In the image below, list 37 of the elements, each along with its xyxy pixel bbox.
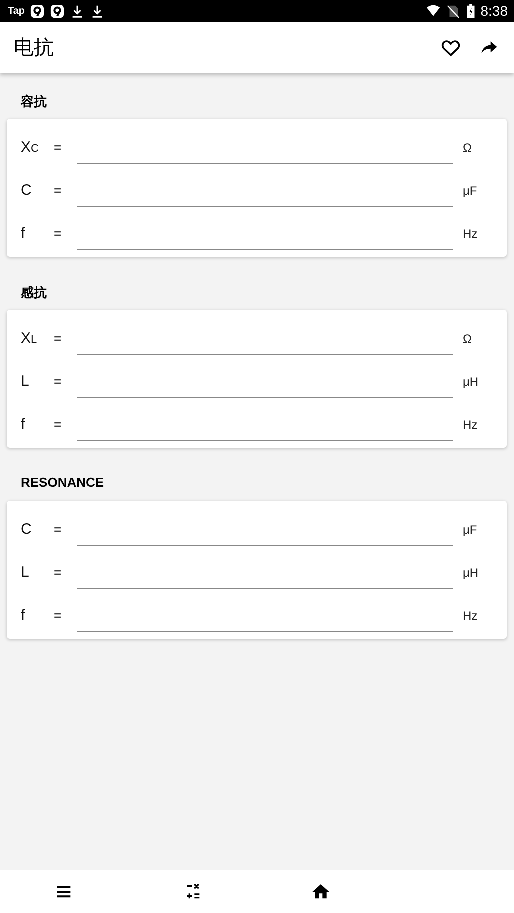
section-title: RESONANCE: [20, 474, 106, 492]
unit-label: Ω: [462, 140, 473, 154]
variable-label: C: [20, 521, 33, 538]
equals-sign: =: [54, 417, 63, 432]
battery-icon: [466, 4, 476, 18]
page-title: 电抗: [14, 36, 54, 61]
variable-label: f: [20, 607, 26, 624]
equals-sign: =: [54, 331, 63, 346]
equals-sign: =: [54, 374, 63, 389]
unit-label: μH: [462, 374, 480, 388]
unit-label: Hz: [462, 608, 479, 622]
equals-sign: =: [54, 608, 63, 623]
equals-sign: =: [54, 522, 63, 537]
equals-sign: =: [54, 183, 63, 198]
variable-label: f: [20, 416, 26, 433]
equals-sign: =: [54, 565, 63, 580]
unit-label: μF: [462, 184, 478, 198]
unit-label: μF: [462, 522, 478, 536]
section-title: 感抗: [20, 284, 48, 302]
section-title: 容抗: [20, 93, 48, 111]
equals-sign: =: [54, 140, 63, 155]
home-icon[interactable]: [311, 882, 332, 902]
unit-label: μH: [462, 566, 480, 580]
unit-label: Ω: [462, 332, 473, 346]
wifi-icon: [426, 4, 441, 18]
notification-icon: [50, 4, 66, 18]
variable-label: L: [20, 564, 30, 581]
unit-label: Hz: [462, 418, 479, 432]
notification-icon: [30, 4, 46, 18]
unit-label: Hz: [462, 226, 479, 240]
variable-label: L: [20, 373, 30, 390]
no-sim-icon: [446, 4, 461, 18]
variable-label: f: [20, 225, 26, 242]
carrier-label: Tap: [8, 6, 26, 16]
variable-label: C: [20, 182, 33, 199]
clock: 8:38: [480, 3, 508, 19]
equals-sign: =: [54, 226, 63, 241]
